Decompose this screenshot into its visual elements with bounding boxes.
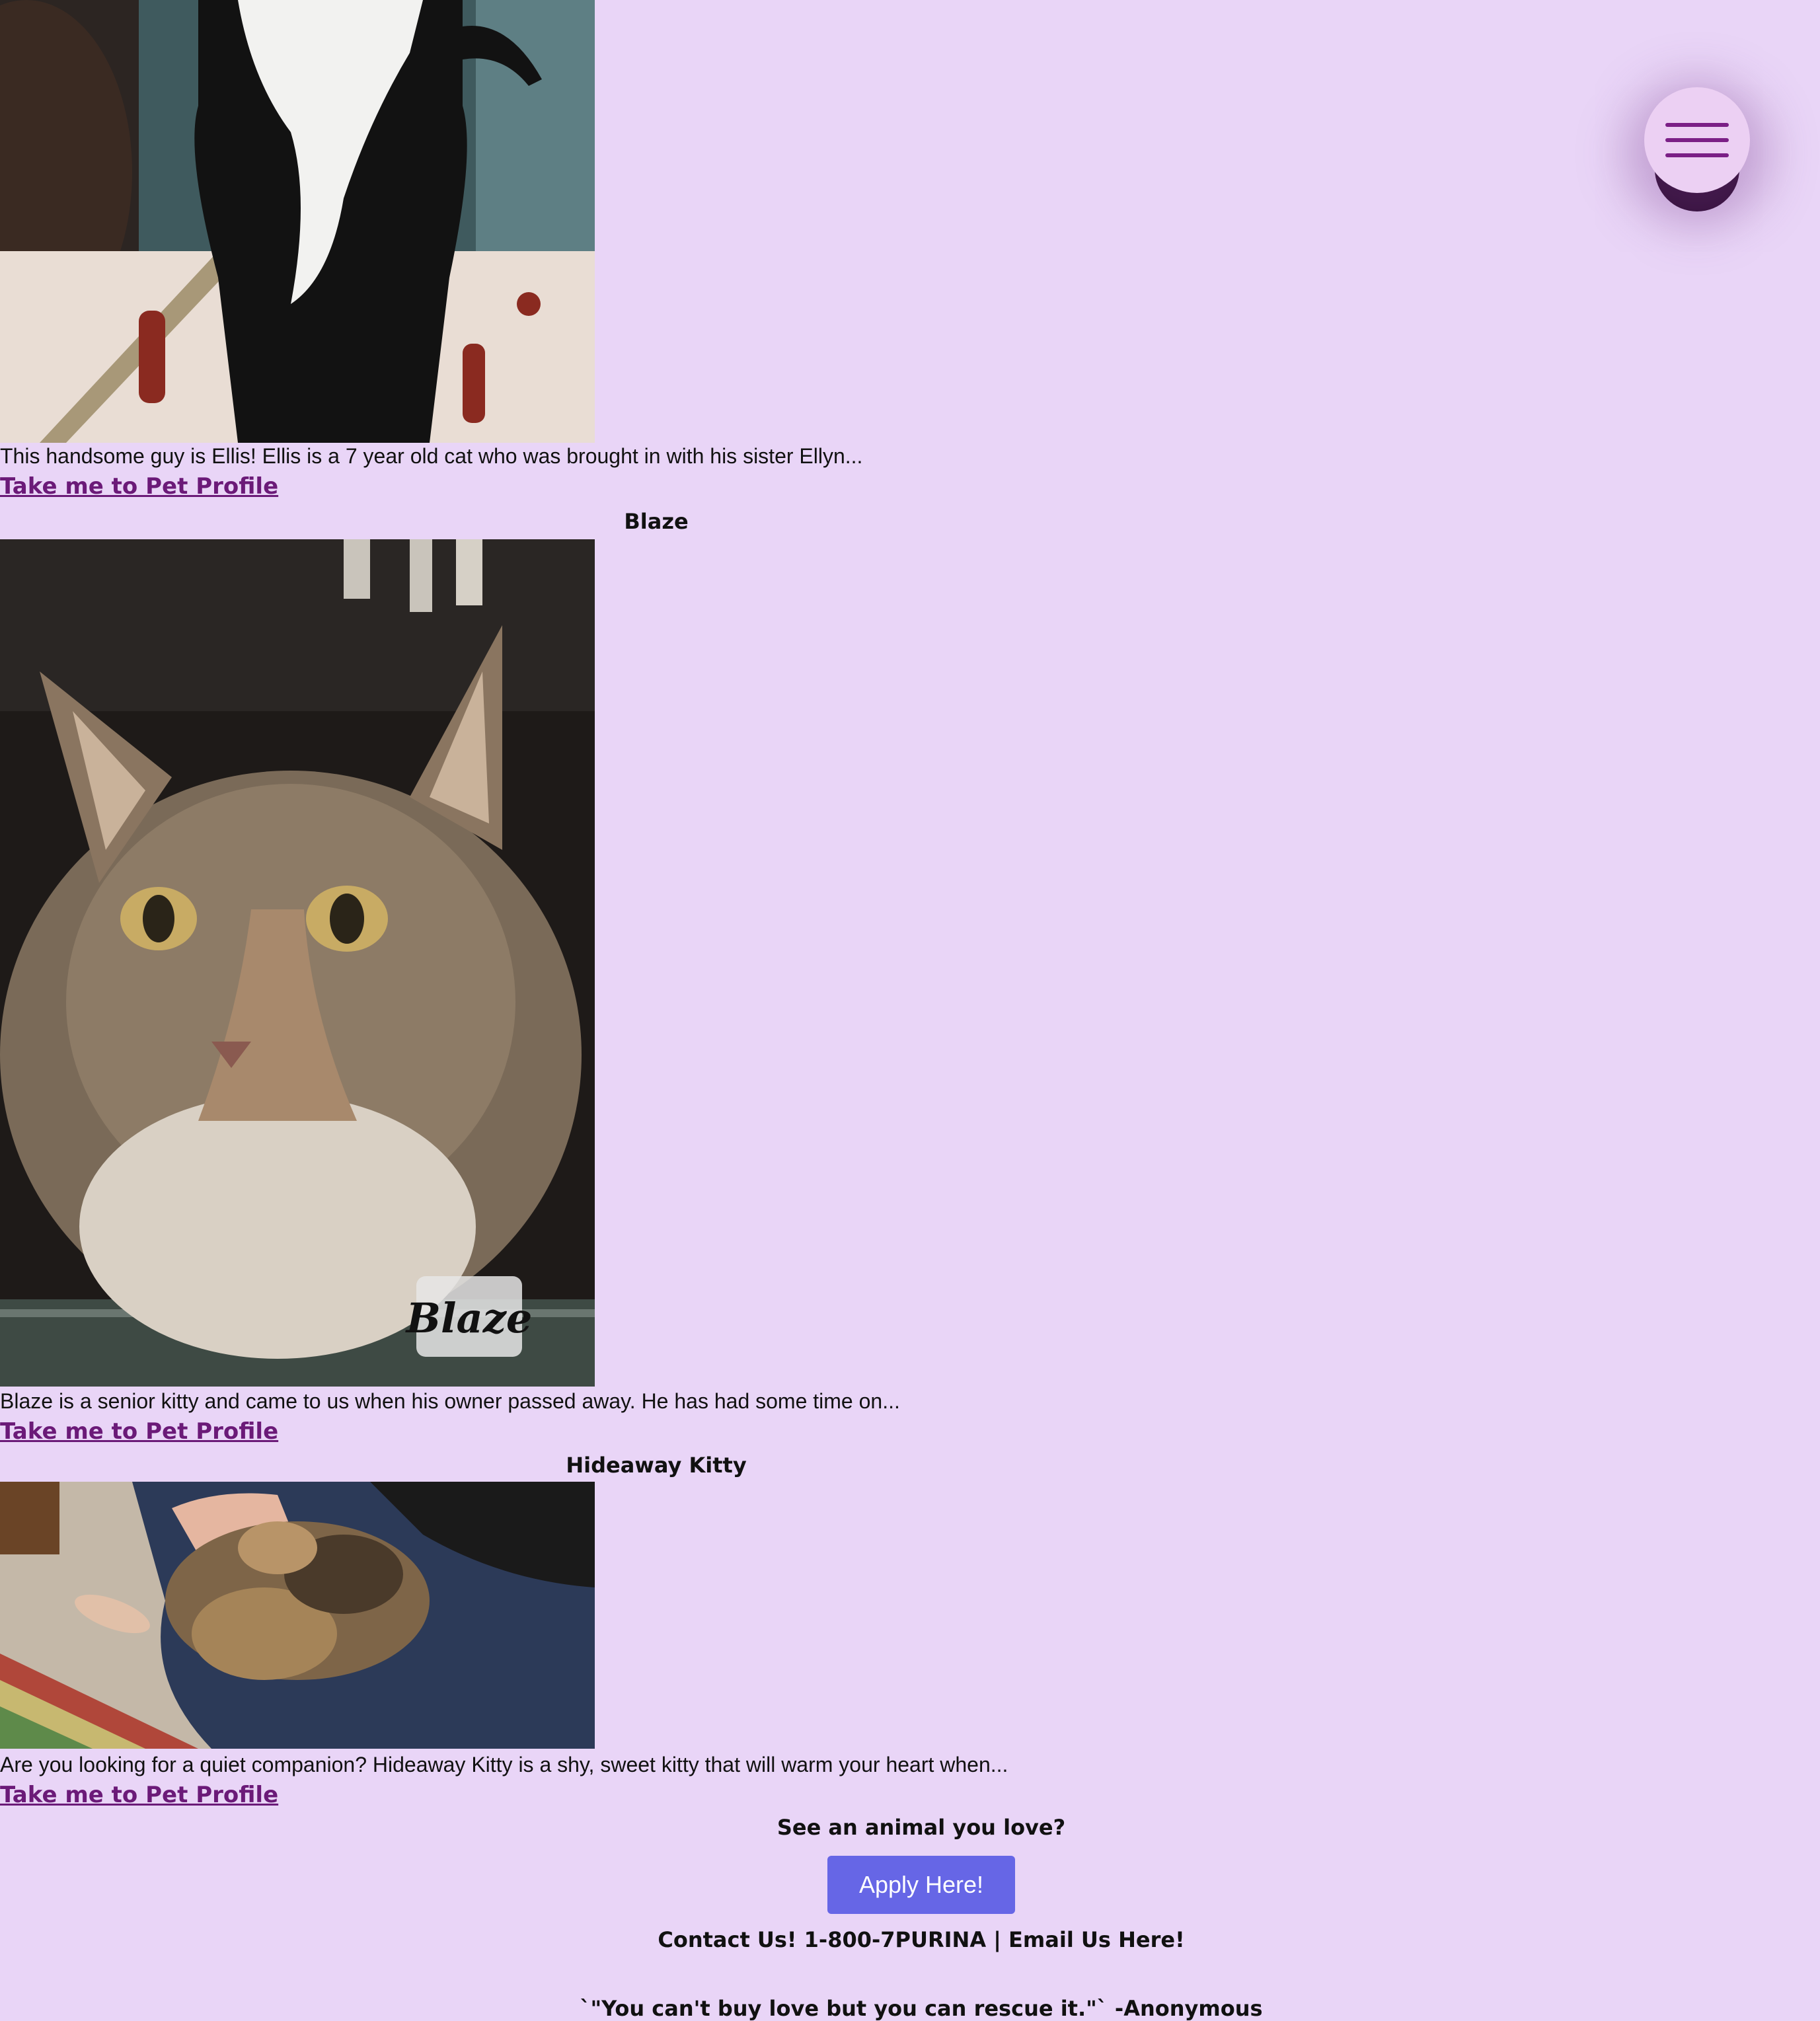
pet-description: Are you looking for a quiet companion? H… [0,1753,1008,1776]
pet-profile-link[interactable]: Take me to Pet Profile [0,1418,278,1445]
floating-menu [1644,87,1750,213]
pet-photo-blaze: Blaze [0,539,595,1387]
pet-photo-ellis [0,0,595,443]
pet-profile-link[interactable]: Take me to Pet Profile [0,1782,278,1808]
contact-info: Contact Us! 1-800-7PURINA | Email Us Her… [658,1927,1185,1952]
apply-button[interactable]: Apply Here! [827,1856,1015,1914]
pet-name: Hideaway Kitty [566,1453,747,1478]
pet-photo-hideaway-kitty [0,1482,595,1749]
pet-name: Blaze [624,509,689,534]
menu-button[interactable] [1644,87,1750,193]
photo-caption: Blaze [405,1294,533,1342]
pet-description: This handsome guy is Ellis! Ellis is a 7… [0,444,863,468]
pet-profile-link[interactable]: Take me to Pet Profile [0,473,278,500]
pet-description: Blaze is a senior kitty and came to us w… [0,1389,900,1413]
footer-quote: `"You can't buy love but you can rescue … [580,1996,1263,2021]
apply-prompt: See an animal you love? [777,1815,1066,1840]
